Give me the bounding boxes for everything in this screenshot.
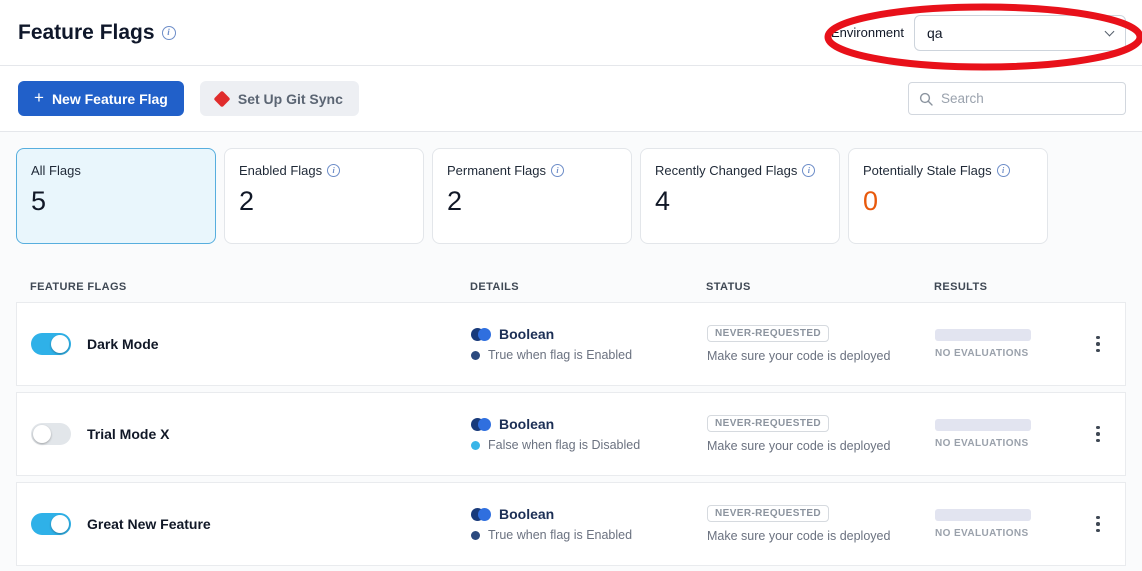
search-input[interactable] — [941, 91, 1115, 106]
info-icon[interactable]: i — [327, 164, 340, 177]
stat-card-all-flags[interactable]: All Flags 5 — [16, 148, 216, 244]
git-sync-label: Set Up Git Sync — [238, 91, 343, 107]
status-text: Make sure your code is deployed — [707, 439, 890, 453]
boolean-type-icon — [471, 508, 491, 521]
flag-type-label: Boolean — [499, 506, 554, 522]
table-header: FEATURE FLAGS DETAILS STATUS RESULTS — [16, 272, 1126, 302]
results-bar — [935, 329, 1031, 341]
flag-type-label: Boolean — [499, 416, 554, 432]
info-icon[interactable]: i — [802, 164, 815, 177]
environment-selector: Environment qa — [831, 15, 1126, 51]
status-badge: NEVER-REQUESTED — [707, 505, 829, 522]
status-text: Make sure your code is deployed — [707, 529, 890, 543]
stat-card-value: 2 — [239, 186, 409, 217]
flag-name: Great New Feature — [87, 516, 211, 532]
results-bar — [935, 419, 1031, 431]
info-icon[interactable]: i — [551, 164, 564, 177]
stat-card-value: 0 — [863, 186, 1033, 217]
plus-icon: + — [34, 88, 44, 108]
info-icon[interactable]: i — [997, 164, 1010, 177]
table-row[interactable]: Trial Mode X Boolean False when flag is … — [16, 392, 1126, 476]
column-header-details: DETAILS — [470, 281, 706, 293]
stat-card-enabled-flags[interactable]: Enabled Flags i 2 — [224, 148, 424, 244]
git-sync-button[interactable]: Set Up Git Sync — [200, 81, 359, 116]
stat-card-label: Recently Changed Flags — [655, 163, 797, 178]
search-icon — [919, 92, 933, 106]
top-bar: Feature Flags i Environment qa — [0, 0, 1142, 66]
flag-type-label: Boolean — [499, 326, 554, 342]
flag-name: Dark Mode — [87, 336, 159, 352]
environment-value: qa — [927, 25, 943, 41]
status-text: Make sure your code is deployed — [707, 349, 890, 363]
row-menu-button[interactable] — [1085, 509, 1111, 539]
stat-card-permanent-flags[interactable]: Permanent Flags i 2 — [432, 148, 632, 244]
flag-toggle[interactable] — [31, 423, 71, 445]
column-header-feature-flags: FEATURE FLAGS — [30, 281, 470, 293]
info-icon[interactable]: i — [162, 26, 176, 40]
flag-default-description: True when flag is Enabled — [488, 348, 632, 362]
results-label: NO EVALUATIONS — [935, 438, 1071, 449]
stat-card-value: 4 — [655, 186, 825, 217]
search-box[interactable] — [908, 82, 1126, 115]
value-dot-icon — [471, 531, 480, 540]
results-label: NO EVALUATIONS — [935, 348, 1071, 359]
table-row[interactable]: Dark Mode Boolean True when flag is Enab… — [16, 302, 1126, 386]
flag-default-description: True when flag is Enabled — [488, 528, 632, 542]
environment-label: Environment — [831, 25, 904, 40]
status-badge: NEVER-REQUESTED — [707, 415, 829, 432]
new-feature-flag-button[interactable]: + New Feature Flag — [18, 81, 184, 116]
stat-card-label: Enabled Flags — [239, 163, 322, 178]
boolean-type-icon — [471, 418, 491, 431]
flag-toggle[interactable] — [31, 513, 71, 535]
value-dot-icon — [471, 441, 480, 450]
value-dot-icon — [471, 351, 480, 360]
flag-name: Trial Mode X — [87, 426, 169, 442]
flag-list: Dark Mode Boolean True when flag is Enab… — [16, 302, 1126, 566]
table-row[interactable]: Great New Feature Boolean True when flag… — [16, 482, 1126, 566]
boolean-type-icon — [471, 328, 491, 341]
toolbar: + New Feature Flag Set Up Git Sync — [0, 66, 1142, 132]
stat-card-recently-changed-flags[interactable]: Recently Changed Flags i 4 — [640, 148, 840, 244]
row-menu-button[interactable] — [1085, 329, 1111, 359]
stat-card-potentially-stale-flags[interactable]: Potentially Stale Flags i 0 — [848, 148, 1048, 244]
environment-select[interactable]: qa — [914, 15, 1126, 51]
stat-card-label: All Flags — [31, 163, 81, 178]
stat-card-value: 2 — [447, 186, 617, 217]
stat-card-label: Potentially Stale Flags — [863, 163, 992, 178]
results-label: NO EVALUATIONS — [935, 528, 1071, 539]
stat-cards: All Flags 5 Enabled Flags i 2 Permanent … — [16, 148, 1126, 244]
flag-toggle[interactable] — [31, 333, 71, 355]
column-header-results: RESULTS — [934, 281, 1072, 293]
flag-default-description: False when flag is Disabled — [488, 438, 640, 452]
page-title: Feature Flags — [18, 21, 155, 45]
title-wrap: Feature Flags i — [18, 21, 176, 45]
git-icon — [213, 90, 230, 107]
results-bar — [935, 509, 1031, 521]
row-menu-button[interactable] — [1085, 419, 1111, 449]
column-header-status: STATUS — [706, 281, 934, 293]
new-feature-flag-label: New Feature Flag — [52, 91, 168, 107]
status-badge: NEVER-REQUESTED — [707, 325, 829, 342]
stat-card-value: 5 — [31, 186, 201, 217]
chevron-down-icon — [1105, 26, 1115, 36]
stat-card-label: Permanent Flags — [447, 163, 546, 178]
content-area: All Flags 5 Enabled Flags i 2 Permanent … — [0, 132, 1142, 571]
